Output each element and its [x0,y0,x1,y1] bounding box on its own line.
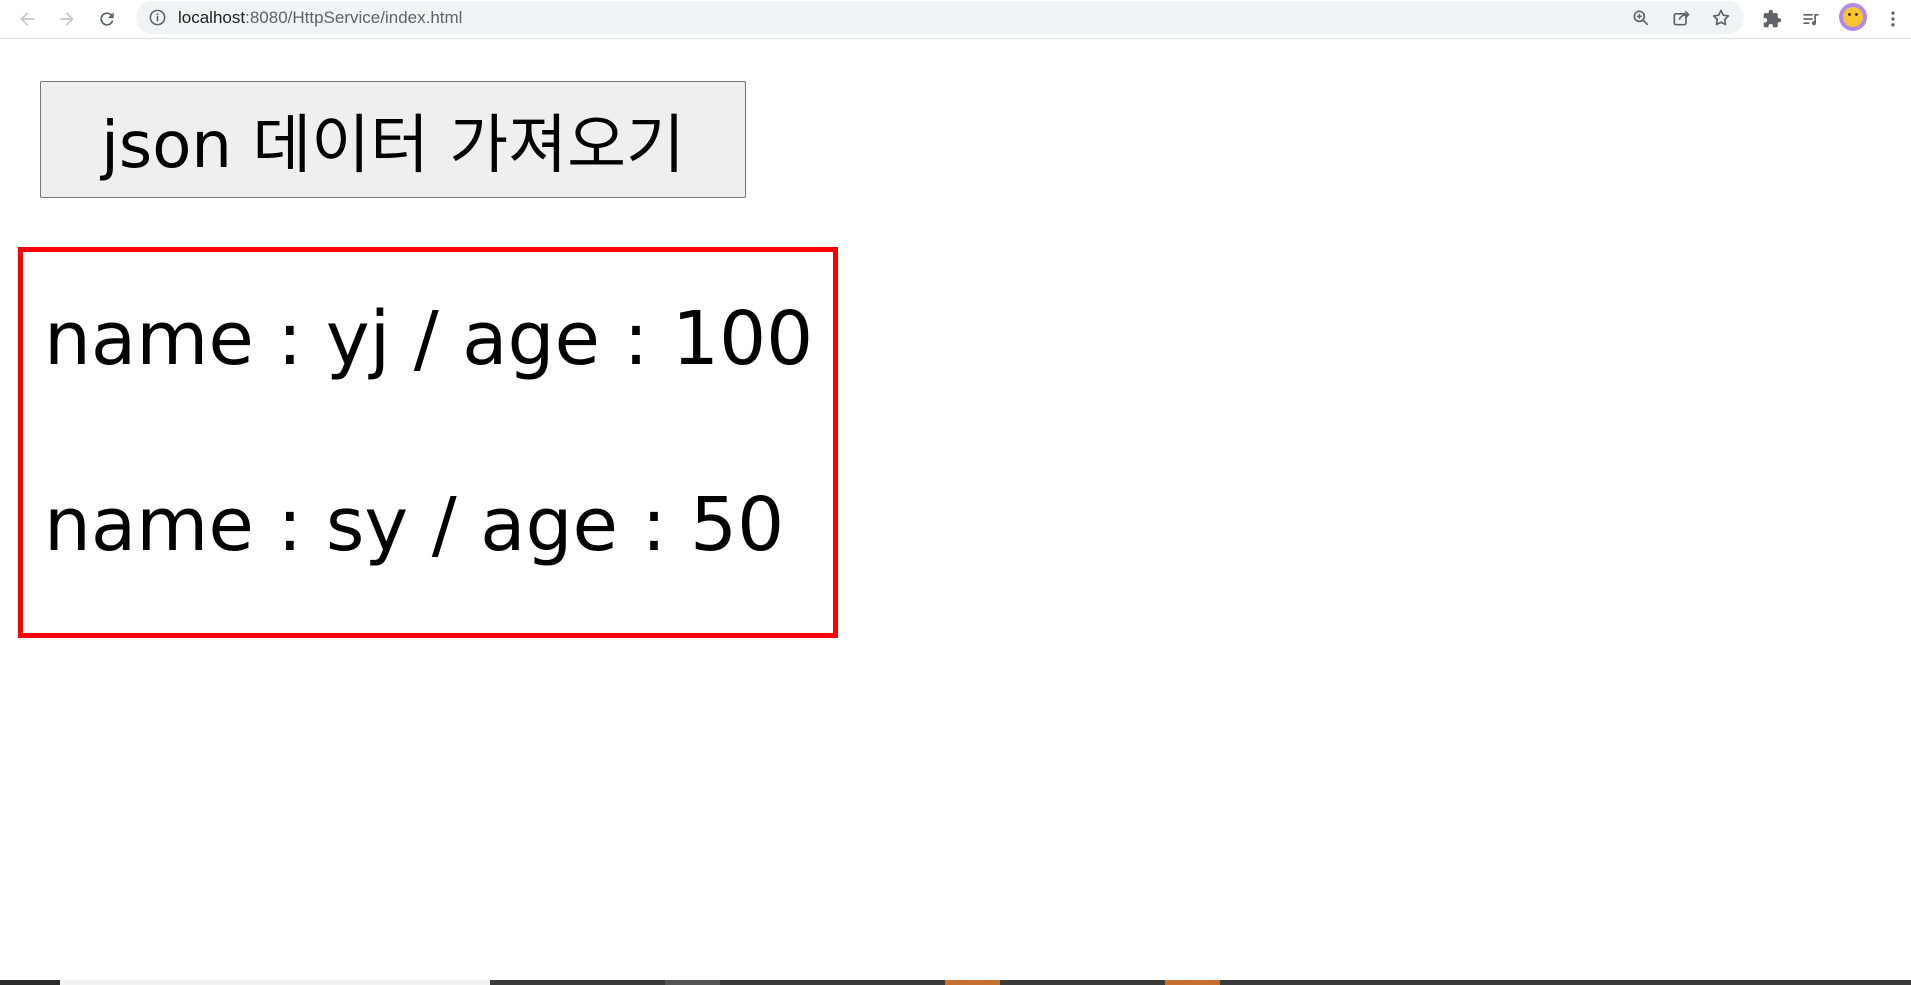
bookmark-button[interactable] [1709,6,1733,30]
taskbar-segment [0,980,60,985]
emoji-face-icon [1843,7,1863,27]
zoom-icon [1633,10,1649,26]
share-icon [1673,10,1690,26]
browser-menu-button[interactable] [1879,5,1907,33]
taskbar-segment [665,980,720,985]
taskbar-strip [0,980,1911,985]
result-container: name : yj / age : 100 name : sy / age : … [18,247,838,638]
url-text[interactable]: localhost:8080/HttpService/index.html [178,1,462,34]
arrow-right-icon [60,12,74,26]
taskbar-segment [60,980,490,985]
taskbar-segment [945,980,1000,985]
info-icon[interactable] [148,8,167,27]
back-button[interactable] [12,4,42,34]
address-bar[interactable]: localhost:8080/HttpService/index.html [136,1,1744,34]
extensions-button[interactable] [1758,5,1786,33]
forward-button[interactable] [52,4,82,34]
fetch-json-button[interactable]: json 데이터 가져오기 [40,81,746,198]
result-line: name : sy / age : 50 [44,482,785,568]
reload-icon [100,12,114,26]
taskbar-segment [1165,980,1220,985]
share-button[interactable] [1669,6,1693,30]
profile-avatar[interactable] [1839,3,1867,31]
result-line: name : yj / age : 100 [44,296,814,382]
playlist-icon [1803,14,1819,26]
more-vert-icon [1891,11,1895,27]
puzzle-icon [1763,9,1782,28]
arrow-left-icon [20,12,34,26]
zoom-button[interactable] [1629,6,1653,30]
browser-toolbar: localhost:8080/HttpService/index.html [0,0,1911,39]
url-host: localhost [178,8,246,27]
url-path: :8080/HttpService/index.html [245,8,463,27]
star-icon [1712,9,1730,26]
media-control-button[interactable] [1797,5,1825,33]
reload-button[interactable] [92,4,122,34]
